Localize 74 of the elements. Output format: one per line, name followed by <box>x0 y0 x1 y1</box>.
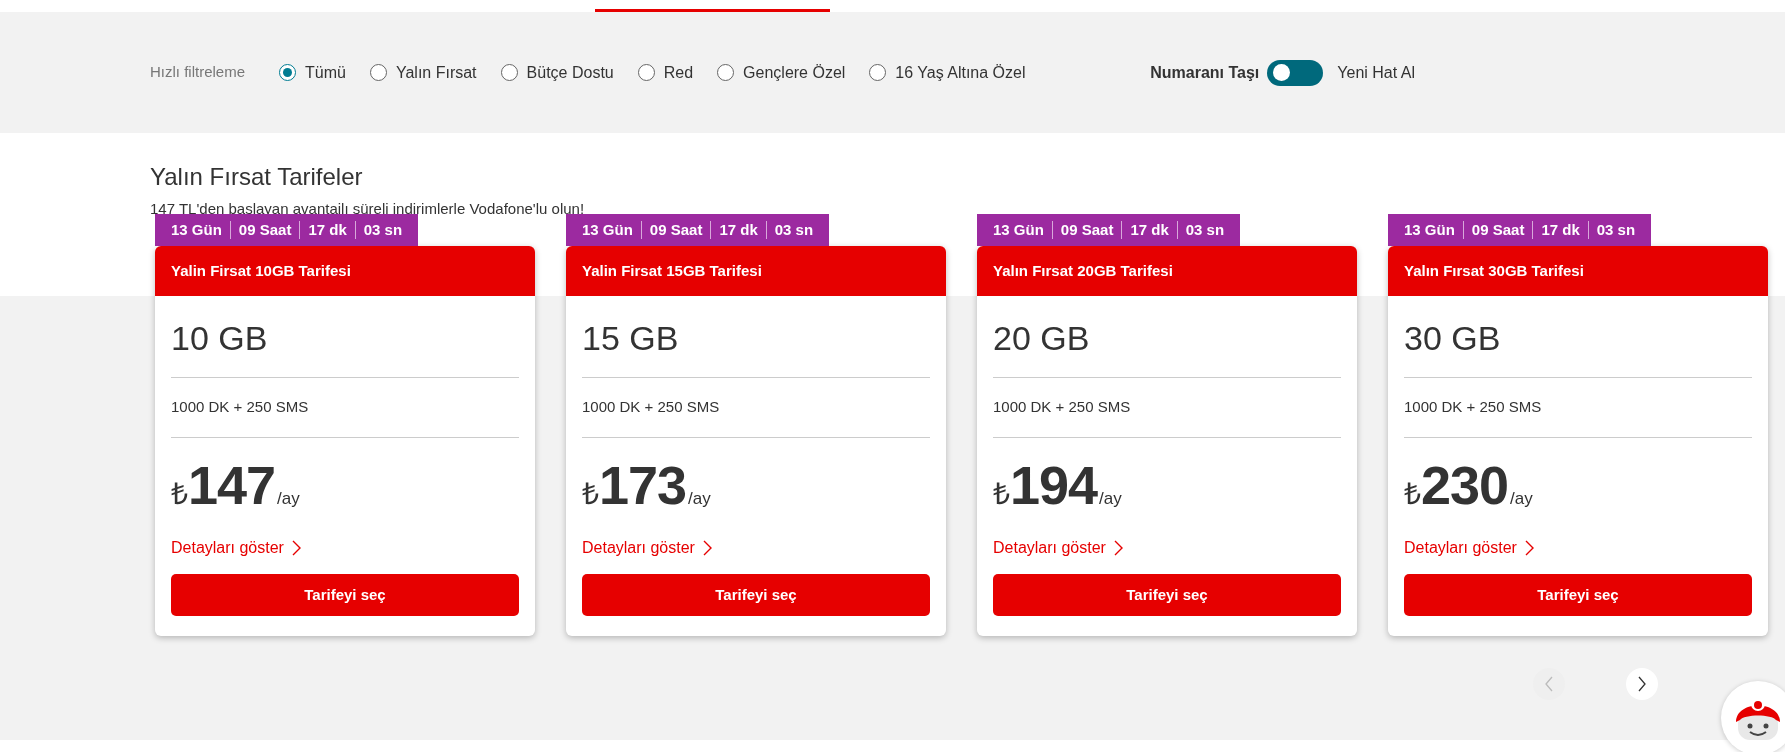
chevron-right-icon <box>1113 540 1123 557</box>
tariff-name: Yalin Firsat 15GB Tarifesi <box>566 246 946 296</box>
price: 230 <box>1421 458 1509 513</box>
countdown-text: 13 Gün <box>1403 221 1456 239</box>
filter-option[interactable]: Bütçe Dostu <box>500 60 614 85</box>
tariff-name: Yalın Fırsat 20GB Tarifesi <box>977 246 1357 296</box>
countdown-text: 17 dk <box>299 221 355 239</box>
radio-icon <box>369 64 387 81</box>
allowance-text: 1000 DK + 250 SMS <box>582 397 720 415</box>
data-amount: 30 GB <box>1404 319 1501 357</box>
data-amount: 15 GB <box>582 319 679 357</box>
price-period: /ay <box>688 488 711 511</box>
data-amount: 20 GB <box>993 319 1090 357</box>
price: 194 <box>1010 458 1098 513</box>
tariff-name: Yalın Fırsat 30GB Tarifesi <box>1388 246 1768 296</box>
select-tariff-button[interactable]: Tarifeyi seç <box>993 574 1341 617</box>
currency-sign: ₺ <box>993 477 1010 513</box>
toggle-label: Numaranı Taşı <box>1150 62 1260 83</box>
countdown-text: 03 sn <box>1176 221 1233 239</box>
tariff-name: Yalin Firsat 10GB Tarifesi <box>155 246 535 296</box>
price-period: /ay <box>1099 488 1122 511</box>
countdown-text: 13 Gün <box>992 221 1045 239</box>
currency-sign: ₺ <box>171 477 188 513</box>
filter-label: Hızlı filtreleme <box>150 62 246 83</box>
countdown-text: 09 Saat <box>640 221 711 239</box>
countdown-text: 09 Saat <box>1051 221 1122 239</box>
countdown-text: 13 Gün <box>581 221 634 239</box>
toggle-label: Yeni Hat Al <box>1337 62 1415 83</box>
chevron-right-icon <box>1637 676 1647 692</box>
price-period: /ay <box>1510 488 1533 511</box>
filter-option[interactable]: Red <box>637 60 694 85</box>
radio-icon <box>279 64 297 81</box>
countdown-text: 17 dk <box>1532 221 1588 239</box>
chevron-right-icon <box>702 540 712 557</box>
filter-option[interactable]: Tümü <box>279 60 346 85</box>
line-toggle[interactable] <box>1267 59 1324 86</box>
chevron-left-icon <box>1544 676 1554 692</box>
countdown-text: 17 dk <box>710 221 766 239</box>
next-button[interactable] <box>1626 668 1658 700</box>
data-amount: 10 GB <box>171 319 268 357</box>
currency-sign: ₺ <box>582 477 599 513</box>
radio-icon <box>717 64 735 81</box>
countdown-text: 03 sn <box>354 221 411 239</box>
select-tariff-button[interactable]: Tarifeyi seç <box>1404 574 1752 617</box>
chat-assistant-button[interactable] <box>1721 681 1785 752</box>
details-link[interactable]: Detayları göster <box>171 536 301 561</box>
allowance-text: 1000 DK + 250 SMS <box>171 397 309 415</box>
filter-option[interactable]: Yalın Fırsat <box>369 60 477 85</box>
allowance-text: 1000 DK + 250 SMS <box>993 397 1131 415</box>
countdown-text: 09 Saat <box>1462 221 1533 239</box>
details-link[interactable]: Detayları göster <box>582 536 712 561</box>
radio-icon <box>500 64 518 81</box>
countdown-text: 17 dk <box>1121 221 1177 239</box>
select-tariff-button[interactable]: Tarifeyi seç <box>582 574 930 617</box>
filter-option[interactable]: Gençlere Özel <box>717 60 846 85</box>
price: 147 <box>188 458 276 513</box>
chevron-right-icon <box>291 540 301 557</box>
section-subtitle: 147 TL'den başlayan avantajlı süreli indirimlerle Vodafone'lu olun! <box>150 198 586 219</box>
price: 173 <box>599 458 687 513</box>
price-period: /ay <box>277 488 300 511</box>
radio-icon <box>637 64 655 81</box>
currency-sign: ₺ <box>1404 477 1421 513</box>
select-tariff-button[interactable]: Tarifeyi seç <box>171 574 519 617</box>
countdown-text: 03 sn <box>1587 221 1644 239</box>
chevron-right-icon <box>1524 540 1534 557</box>
filter-option[interactable]: 16 Yaş Altına Özel <box>869 60 1026 85</box>
countdown-text: 13 Gün <box>170 221 223 239</box>
section-title: Yalın Fırsat Tarifeler <box>150 163 364 192</box>
details-link[interactable]: Detayları göster <box>1404 536 1534 561</box>
countdown-text: 09 Saat <box>229 221 300 239</box>
allowance-text: 1000 DK + 250 SMS <box>1404 397 1542 415</box>
countdown-text: 03 sn <box>765 221 822 239</box>
radio-icon <box>869 64 887 81</box>
details-link[interactable]: Detayları göster <box>993 536 1123 561</box>
